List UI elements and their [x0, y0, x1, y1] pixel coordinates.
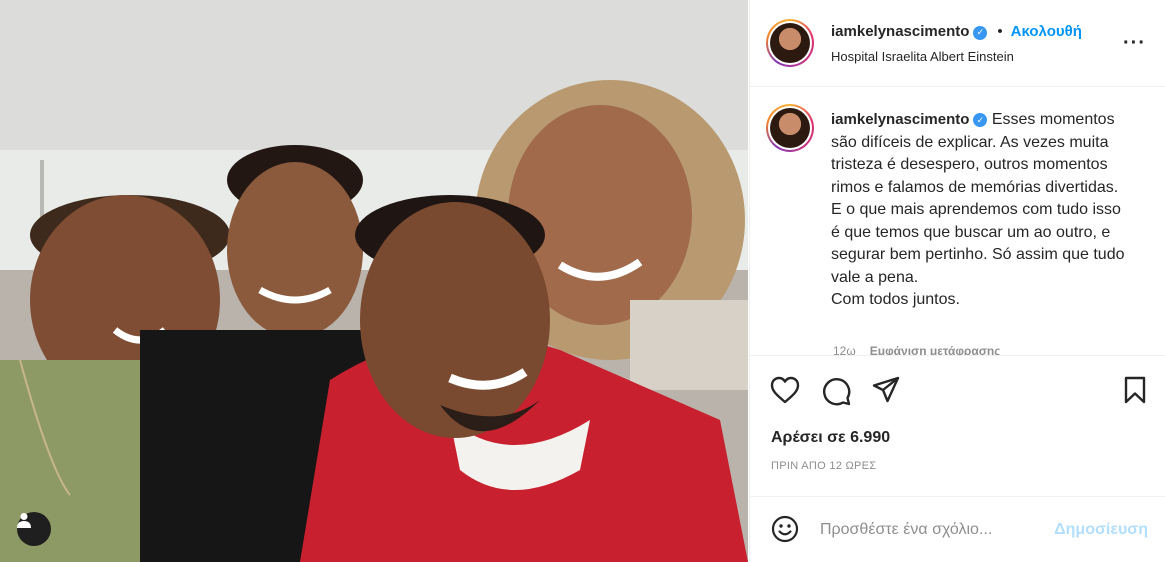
action-bar	[750, 357, 1165, 423]
caption-meta: 12ω Εμφάνιση μετάφρασης	[833, 344, 1001, 356]
caption-avatar[interactable]	[766, 104, 814, 152]
user-tag-button[interactable]	[17, 512, 51, 546]
username-link[interactable]: iamkelynascimento	[831, 23, 969, 40]
post-header: iamkelynascimento ✓ • Ακολουθή Hospital Isr…	[750, 0, 1165, 87]
caption-area[interactable]: iamkelynascimento ✓ Esses momentos são di…	[750, 88, 1165, 356]
user-tag-icon	[17, 513, 31, 528]
post-comment-button[interactable]: Δημοσίευση	[1054, 521, 1148, 539]
follow-button[interactable]: Ακολουθή	[1011, 23, 1082, 40]
post-timestamp[interactable]: ΠΡΙΝ ΑΠΟ 12 ΩΡΕΣ	[771, 460, 876, 472]
caption: iamkelynascimento ✓ Esses momentos são di…	[831, 109, 1131, 312]
post-side-panel: iamkelynascimento ✓ • Ακολουθή Hospital Isr…	[749, 0, 1165, 562]
caption-body: Esses momentos são difíceis de explicar.…	[831, 111, 1125, 308]
more-options-icon[interactable]: ···	[1123, 32, 1146, 55]
emoji-icon[interactable]	[771, 515, 799, 543]
caption-age: 12ω	[833, 344, 856, 356]
separator-dot: •	[997, 23, 1003, 40]
location-link[interactable]: Hospital Israelita Albert Einstein	[831, 49, 1014, 64]
send-icon[interactable]	[872, 376, 900, 404]
comment-input[interactable]	[820, 517, 1040, 543]
avatar[interactable]	[766, 19, 814, 67]
likes-count[interactable]: Αρέσει σε 6.990	[771, 429, 890, 447]
post-photo[interactable]	[0, 0, 748, 562]
comment-bar: Δημοσίευση	[750, 496, 1165, 562]
heart-icon[interactable]	[770, 376, 800, 404]
bookmark-icon[interactable]	[1123, 376, 1147, 404]
comment-icon[interactable]	[821, 376, 851, 406]
see-translation-link[interactable]: Εμφάνιση μετάφρασης	[870, 344, 1001, 355]
verified-badge-icon: ✓	[973, 25, 988, 40]
caption-username-link[interactable]: iamkelynascimento	[831, 111, 969, 128]
caption-verified-badge-icon: ✓	[973, 113, 988, 128]
photo-illustration	[0, 0, 748, 562]
header-userline: iamkelynascimento ✓ • Ακολουθή	[831, 23, 1082, 41]
